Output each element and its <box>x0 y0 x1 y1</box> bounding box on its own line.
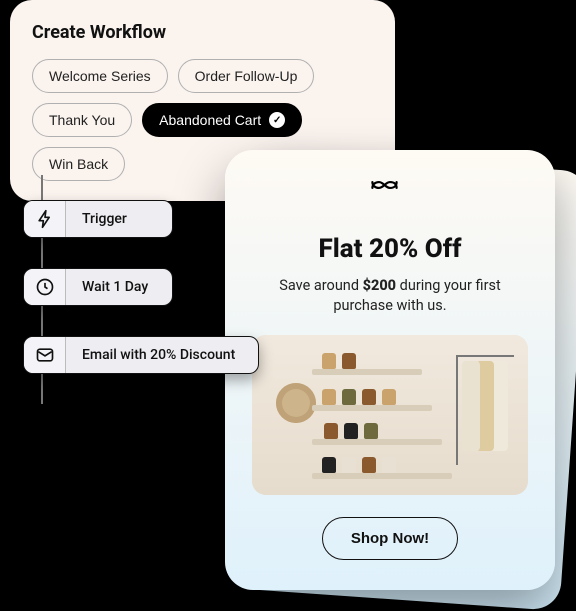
email-subline: Save around $200 during your first purch… <box>253 276 527 317</box>
step-label: Wait 1 Day <box>66 269 164 305</box>
template-order-follow-up[interactable]: Order Follow-Up <box>178 59 315 93</box>
check-icon: ✓ <box>269 112 285 128</box>
mail-icon <box>24 337 66 373</box>
brand-logo-icon <box>368 174 412 200</box>
email-headline: Flat 20% Off <box>319 234 462 264</box>
email-preview-card: Flat 20% Off Save around $200 during you… <box>225 150 555 590</box>
email-hero-image <box>252 335 528 495</box>
template-abandoned-cart[interactable]: Abandoned Cart ✓ <box>142 103 302 137</box>
workflow-step-email[interactable]: Email with 20% Discount <box>23 336 259 374</box>
step-label: Email with 20% Discount <box>66 337 251 373</box>
template-label: Abandoned Cart <box>159 112 261 128</box>
workflow-step-wait[interactable]: Wait 1 Day <box>23 268 173 306</box>
clock-icon <box>24 269 66 305</box>
bolt-icon <box>24 201 66 237</box>
template-thank-you[interactable]: Thank You <box>32 103 132 137</box>
page-title: Create Workflow <box>32 22 373 43</box>
subline-amount: $200 <box>363 277 396 294</box>
shop-now-button[interactable]: Shop Now! <box>322 517 458 560</box>
template-welcome-series[interactable]: Welcome Series <box>32 59 168 93</box>
step-label: Trigger <box>66 201 143 237</box>
subline-prefix: Save around <box>279 277 362 294</box>
workflow-step-trigger[interactable]: Trigger <box>23 200 173 238</box>
